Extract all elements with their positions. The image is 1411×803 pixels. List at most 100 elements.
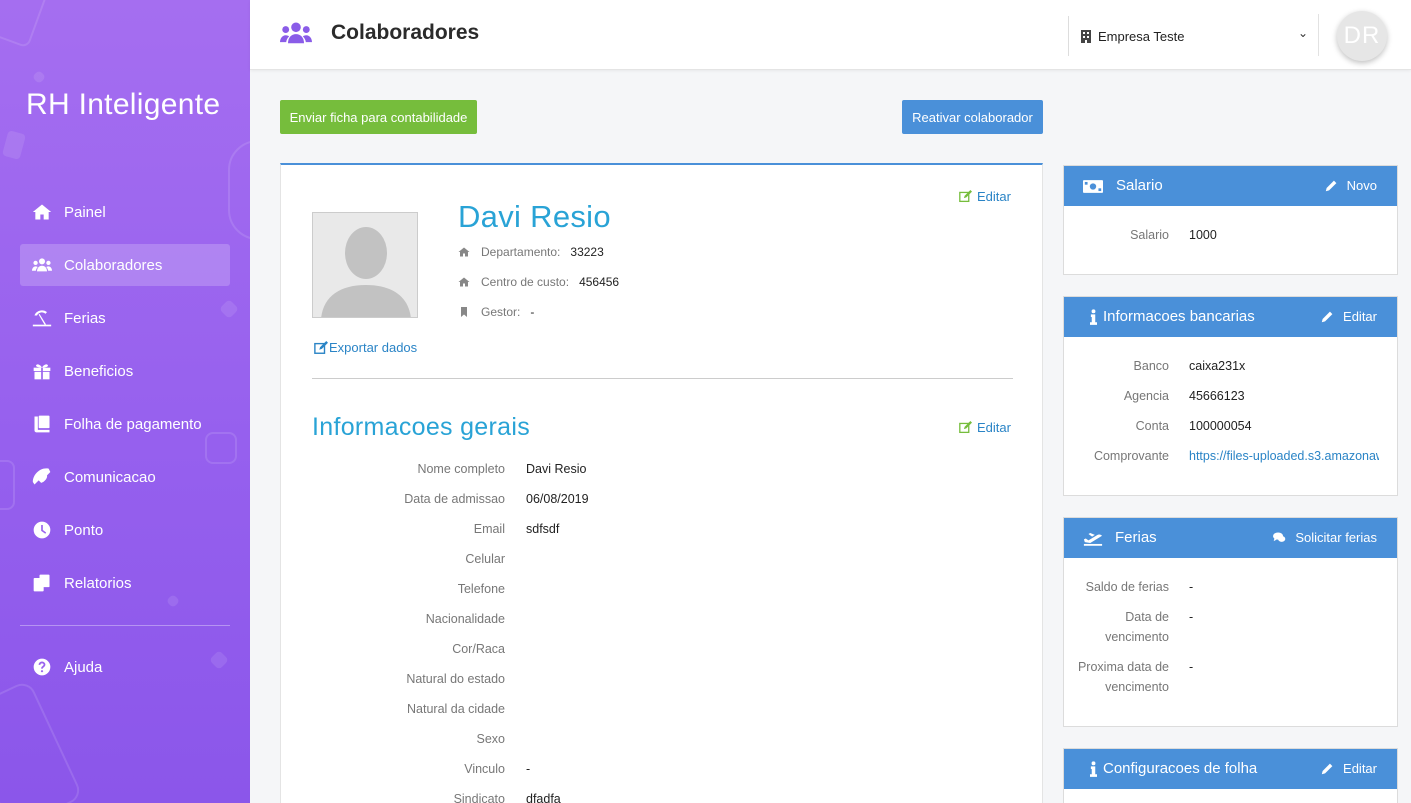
sidebar-item-label: Ajuda xyxy=(64,658,103,676)
bank-value: 100000054 xyxy=(1189,419,1252,433)
bank-card-title: Informacoes bancarias xyxy=(1103,308,1255,325)
decor-shape xyxy=(0,460,15,510)
info-label: Natural do estado xyxy=(406,672,505,686)
home-icon xyxy=(30,202,54,222)
sidebar-item-folha-de-pagamento[interactable]: Folha de pagamento xyxy=(20,403,230,445)
salary-card: Salario Novo Salario 1000 xyxy=(1063,165,1398,275)
info-icon xyxy=(1082,308,1104,326)
pencil-icon xyxy=(1325,180,1337,192)
phone-icon xyxy=(30,467,54,487)
receipt-link[interactable]: https://files-uploaded.s3.amazonaws.com xyxy=(1189,446,1379,466)
cost-center-label: Centro de custo: xyxy=(481,275,570,289)
export-data-link[interactable]: Exportar dados xyxy=(314,340,417,355)
sidebar-item-ajuda[interactable]: Ajuda xyxy=(20,646,230,688)
users-icon xyxy=(280,21,312,45)
new-salary-button[interactable]: Novo xyxy=(1325,178,1377,193)
sidebar-item-label: Colaboradores xyxy=(64,256,163,274)
users-icon xyxy=(30,255,54,275)
info-label: Data de admissao xyxy=(404,492,505,506)
vacation-value: - xyxy=(1189,610,1194,624)
question-circle-icon xyxy=(30,657,54,677)
sidebar-item-comunicacao[interactable]: Comunicacao xyxy=(20,456,230,498)
info-label: Vinculo xyxy=(464,762,505,776)
vacation-card-title: Ferias xyxy=(1115,529,1157,546)
topbar: Colaboradores Empresa Teste ⌄ DR xyxy=(250,0,1411,70)
info-row: Sexo xyxy=(281,732,1041,752)
info-label: Nacionalidade xyxy=(425,612,505,626)
info-value: dfadfa xyxy=(526,792,561,803)
manager-row: Gestor: - xyxy=(458,305,534,319)
edit-label: Editar xyxy=(977,189,1011,204)
chevron-down-icon: ⌄ xyxy=(1297,26,1308,40)
clock-icon xyxy=(30,520,54,540)
bank-value: caixa231x xyxy=(1189,359,1246,373)
payroll-settings-card: Configuracoes de folha Editar xyxy=(1063,748,1398,803)
edit-payroll-button[interactable]: Editar xyxy=(1321,761,1377,776)
info-row: Nacionalidade xyxy=(281,612,1041,632)
manager-label: Gestor: xyxy=(481,305,521,319)
send-to-accounting-button[interactable]: Enviar ficha para contabilidade xyxy=(280,100,477,134)
sidebar-item-ponto[interactable]: Ponto xyxy=(20,509,230,551)
plane-departure-icon xyxy=(1082,529,1104,547)
vacation-label: Saldo de ferias xyxy=(1085,580,1169,594)
cost-center-row: Centro de custo: 456456 xyxy=(458,275,619,289)
sidebar-item-label: Ferias xyxy=(64,309,106,327)
cost-center-value: 456456 xyxy=(579,275,620,289)
employee-card: Editar Exportar dados Davi Resio Departa… xyxy=(280,163,1043,803)
edit-icon xyxy=(959,421,972,434)
export-label: Exportar dados xyxy=(329,340,418,355)
sidebar-item-label: Painel xyxy=(64,203,106,221)
reactivate-employee-button[interactable]: Reativar colaborador xyxy=(902,100,1043,134)
pencil-icon xyxy=(1321,763,1333,775)
payroll-action-label: Editar xyxy=(1343,761,1377,776)
manager-value: - xyxy=(530,305,535,319)
sidebar-item-beneficios[interactable]: Beneficios xyxy=(20,350,230,392)
bank-value: 45666123 xyxy=(1189,389,1245,403)
info-row: Telefone xyxy=(281,582,1041,602)
umbrella-beach-icon xyxy=(30,308,54,328)
salary-value: 1000 xyxy=(1189,228,1217,242)
copy-icon xyxy=(30,573,54,593)
info-label: Email xyxy=(473,522,505,536)
building-icon xyxy=(1081,29,1091,43)
pencil-icon xyxy=(1321,311,1333,323)
request-vacation-button[interactable]: Solicitar ferias xyxy=(1273,530,1377,545)
decor-shape xyxy=(0,0,49,49)
sidebar-item-relatorios[interactable]: Relatorios xyxy=(20,562,230,604)
info-icon xyxy=(1082,760,1104,778)
vacation-value: - xyxy=(1189,660,1194,674)
avatar-placeholder-icon xyxy=(321,227,411,317)
user-avatar[interactable]: DR xyxy=(1337,11,1387,61)
home-icon xyxy=(458,277,470,287)
info-label: Telefone xyxy=(457,582,505,596)
vacation-card-header: Ferias Solicitar ferias xyxy=(1064,518,1397,558)
payroll-card-header: Configuracoes de folha Editar xyxy=(1064,749,1397,789)
sidebar-divider xyxy=(20,625,230,626)
info-value: Davi Resio xyxy=(526,462,587,476)
info-label: Sindicato xyxy=(453,792,505,803)
edit-icon xyxy=(959,190,972,203)
sidebar-item-colaboradores[interactable]: Colaboradores xyxy=(20,244,230,286)
receipt-icon xyxy=(30,414,54,434)
edit-general-info-link[interactable]: Editar xyxy=(959,420,1011,435)
info-value: - xyxy=(526,762,531,776)
company-select[interactable]: Empresa Teste ⌄ xyxy=(1068,16,1318,56)
edit-bank-button[interactable]: Editar xyxy=(1321,309,1377,324)
employee-name: Davi Resio xyxy=(458,199,611,234)
comments-icon xyxy=(1273,532,1286,542)
info-row: Data de admissao 06/08/2019 xyxy=(281,492,1041,512)
sidebar-item-ferias[interactable]: Ferias xyxy=(20,297,230,339)
edit-profile-link[interactable]: Editar xyxy=(959,189,1011,204)
sidebar-nav: Painel Colaboradores Ferias Beneficios F… xyxy=(20,191,230,615)
bookmark-icon xyxy=(461,307,467,317)
bank-label: Comprovante xyxy=(1093,449,1169,463)
sidebar-item-painel[interactable]: Painel xyxy=(20,191,230,233)
sidebar-help-container: Ajuda xyxy=(20,646,230,699)
decor-shape xyxy=(1,130,27,160)
info-label: Nome completo xyxy=(417,462,505,476)
payroll-card-title: Configuracoes de folha xyxy=(1103,760,1258,777)
sidebar-item-label: Comunicacao xyxy=(64,468,156,486)
info-row: Email sdfsdf xyxy=(281,522,1041,542)
sidebar-item-label: Ponto xyxy=(64,521,104,539)
export-icon xyxy=(314,340,328,354)
